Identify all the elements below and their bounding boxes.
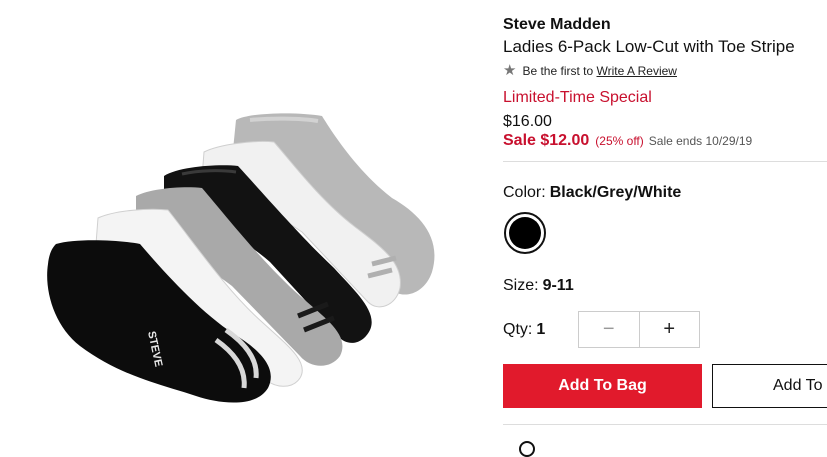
radio-icon[interactable] <box>519 441 535 457</box>
sale-price-line: Sale $12.00 (25% off) Sale ends 10/29/19 <box>503 132 752 150</box>
percent-off: (25% off) <box>595 134 644 148</box>
socks-illustration: STEVE <box>47 113 435 403</box>
color-swatch-black[interactable] <box>504 212 546 254</box>
color-label: Color: <box>503 184 546 201</box>
add-to-list-button[interactable]: Add To <box>712 364 827 408</box>
review-prefix: Be the first to <box>522 63 594 78</box>
promo-label: Limited-Time Special <box>503 89 652 106</box>
quantity-stepper: − + <box>578 311 700 348</box>
add-to-bag-button[interactable]: Add To Bag <box>503 364 702 408</box>
size-label: Size: <box>503 277 539 294</box>
size-value: 9-11 <box>542 277 574 294</box>
product-info-panel: Steve Madden Ladies 6-Pack Low-Cut with … <box>503 0 827 457</box>
swatch-dot <box>509 217 541 249</box>
star-icon: ★ <box>503 62 517 79</box>
color-selection: Color: Black/Grey/White <box>503 184 681 202</box>
shipping-option[interactable] <box>519 441 535 457</box>
color-value: Black/Grey/White <box>549 184 682 201</box>
size-selection: Size: 9-11 <box>503 277 574 295</box>
sale-ends: Sale ends 10/29/19 <box>648 134 753 148</box>
divider <box>503 161 827 162</box>
write-review-link[interactable]: Write A Review <box>597 64 677 78</box>
product-title: Ladies 6-Pack Low-Cut with Toe Stripe <box>503 37 795 56</box>
review-prompt: ★ Be the first to Write A Review <box>503 63 677 78</box>
quantity-increase-button[interactable]: + <box>638 312 700 347</box>
quantity-display: Qty: 1 <box>503 321 545 339</box>
original-price: $16.00 <box>503 113 552 130</box>
sale-price: Sale $12.00 <box>503 132 590 149</box>
quantity-decrease-button[interactable]: − <box>579 312 639 347</box>
product-brand[interactable]: Steve Madden <box>503 16 611 34</box>
product-image: STEVE <box>0 0 480 450</box>
quantity-value: 1 <box>536 321 546 338</box>
quantity-label: Qty: <box>503 321 533 338</box>
divider <box>503 424 827 425</box>
